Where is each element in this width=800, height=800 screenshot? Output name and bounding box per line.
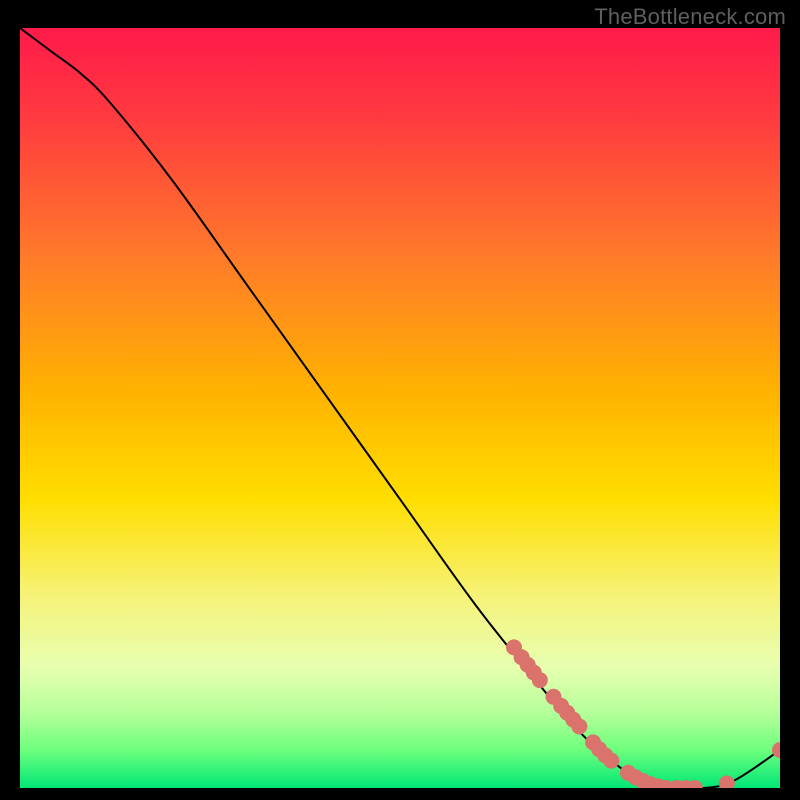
highlight-dot: [603, 753, 619, 769]
gradient-background: [20, 28, 780, 788]
chart-plot-area: [20, 28, 780, 788]
chart-svg: [20, 28, 780, 788]
highlight-dot: [571, 718, 587, 734]
watermark-text: TheBottleneck.com: [594, 4, 786, 30]
highlight-dot: [532, 672, 548, 688]
chart-frame: TheBottleneck.com: [0, 0, 800, 800]
